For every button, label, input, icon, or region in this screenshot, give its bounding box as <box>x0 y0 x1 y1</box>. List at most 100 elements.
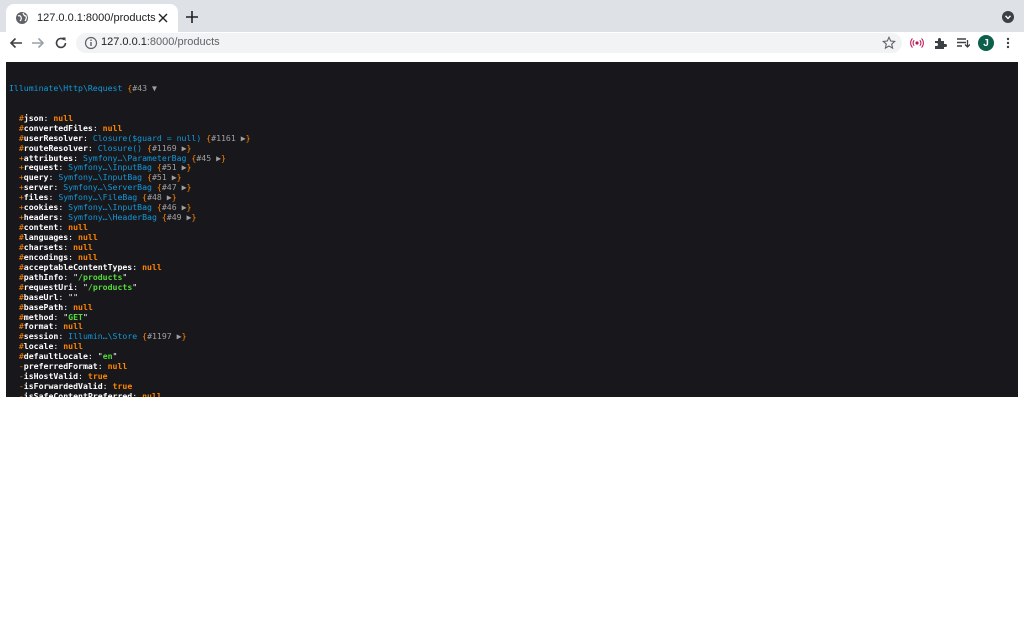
expand-toggle-icon: ▶ <box>176 202 187 213</box>
new-tab-button[interactable] <box>184 9 200 25</box>
back-button[interactable] <box>7 34 25 52</box>
close-brace: } <box>186 182 192 193</box>
string-quote: " <box>82 311 88 322</box>
address-bar[interactable]: 127.0.0.1:8000/products <box>76 33 902 53</box>
dump-property-row: #content: null <box>9 222 1018 233</box>
property-key: isHostValid <box>23 371 79 382</box>
property-key: acceptableContentTypes <box>23 261 133 272</box>
property-colon: : <box>63 271 74 282</box>
dump-property-row: #charsets: null <box>9 241 1018 253</box>
property-value: null <box>78 251 98 262</box>
plus-icon <box>186 11 198 23</box>
property-colon: : <box>58 291 69 302</box>
property-colon: : <box>53 321 64 332</box>
property-value: Closure() <box>97 142 143 153</box>
dump-property-row: -isHostValid: true <box>9 371 1018 382</box>
browser-menu-icon[interactable] <box>1003 36 1013 50</box>
dump-property-row: #baseUrl: "" <box>9 291 1018 303</box>
dump-property-row[interactable]: #session: Illumin…\Store {#1197 ▶} <box>9 331 1018 342</box>
dump-property-row[interactable]: +headers: Symfony…\HeaderBag {#49 ▶} <box>9 212 1018 223</box>
expand-toggle-icon: ▶ <box>235 132 246 143</box>
property-colon: : <box>58 212 69 223</box>
cast-extension-icon[interactable] <box>910 36 924 50</box>
property-ref: #49 <box>166 212 182 223</box>
dump-properties: #json: null #convertedFiles: null #userR… <box>9 112 1018 397</box>
var-dump-panel: Illuminate\Http\Request {#43 ▼ #json: nu… <box>6 62 1018 397</box>
dump-header: Illuminate\Http\Request {#43 ▼ <box>9 82 157 93</box>
string-quote: " <box>112 351 118 362</box>
property-key: userResolver <box>23 132 83 143</box>
url-path: :8000/products <box>146 36 220 48</box>
property-key: locale <box>23 341 54 352</box>
property-colon: : <box>68 251 79 262</box>
profile-avatar[interactable]: J <box>978 35 994 51</box>
property-colon: : <box>87 351 98 362</box>
arrow-left-icon <box>9 37 22 49</box>
property-value: null <box>142 391 162 397</box>
property-value: /products <box>87 281 133 292</box>
property-key: baseUrl <box>23 291 59 302</box>
property-key: isSafeContentPreferred <box>23 391 133 397</box>
property-value: Illumin…\Store <box>68 331 138 342</box>
dump-class-name: Illuminate\Http\Request <box>9 82 123 93</box>
property-value: null <box>53 112 74 123</box>
property-ref: #46 <box>161 202 177 213</box>
property-key: convertedFiles <box>23 122 93 133</box>
property-colon: : <box>63 241 74 252</box>
dump-ref: #43 <box>132 82 148 93</box>
property-colon: : <box>48 172 59 183</box>
close-brace: } <box>186 162 192 173</box>
property-ref: #51 <box>152 172 167 183</box>
dump-property-row: -isSafeContentPreferred: null <box>9 391 1018 397</box>
tab-search-icon[interactable] <box>1001 10 1015 24</box>
property-ref: #1197 <box>147 331 172 342</box>
property-colon: : <box>92 122 103 133</box>
property-value: null <box>73 241 93 252</box>
property-ref: #1169 <box>152 142 177 153</box>
property-value: Symfony…\FileBag <box>58 192 138 203</box>
property-value: Symfony…\InputBag <box>68 162 152 173</box>
close-tab-icon[interactable] <box>156 10 170 26</box>
arrow-right-icon <box>32 37 45 49</box>
property-key: cookies <box>23 202 59 213</box>
string-quote: " <box>122 271 128 282</box>
property-key: content <box>23 222 59 233</box>
close-brace: } <box>186 202 192 213</box>
property-key: json <box>23 112 44 123</box>
browser-tab[interactable]: 127.0.0.1:8000/products <box>6 4 178 32</box>
dump-property-row: #requestUri: "/products" <box>9 281 1018 293</box>
property-colon: : <box>97 361 108 372</box>
property-ref: #47 <box>161 182 177 193</box>
property-ref: #48 <box>147 192 162 203</box>
property-key: headers <box>23 212 59 223</box>
extensions-puzzle-icon[interactable] <box>933 36 947 50</box>
close-brace: } <box>245 132 251 143</box>
bookmark-star-icon[interactable] <box>882 35 896 50</box>
reload-icon <box>55 37 67 49</box>
avatar-letter: J <box>983 37 989 49</box>
info-icon[interactable] <box>84 36 98 50</box>
property-colon: : <box>48 192 59 203</box>
property-key: session <box>23 331 59 342</box>
property-value: Symfony…\HeaderBag <box>68 212 157 223</box>
property-colon: : <box>87 142 98 153</box>
dump-property-row: #locale: null <box>9 341 1018 352</box>
property-colon: : <box>78 371 88 382</box>
collapse-toggle-icon[interactable]: ▼ <box>152 83 157 93</box>
property-key: method <box>23 311 54 322</box>
property-key: pathInfo <box>23 271 64 282</box>
property-colon: : <box>43 112 54 123</box>
property-colon: : <box>132 261 143 272</box>
property-value: true <box>87 371 108 382</box>
property-key: query <box>23 172 49 183</box>
forward-button[interactable] <box>29 34 47 52</box>
property-colon: : <box>68 232 79 242</box>
reading-list-icon[interactable] <box>956 36 970 50</box>
url-text[interactable]: 127.0.0.1:8000/products <box>101 36 220 48</box>
property-value: null <box>68 222 88 233</box>
property-value: null <box>63 321 83 332</box>
reload-button[interactable] <box>52 34 70 52</box>
property-value: GET <box>68 311 83 322</box>
property-colon: : <box>58 202 69 213</box>
close-brace: } <box>221 152 226 163</box>
